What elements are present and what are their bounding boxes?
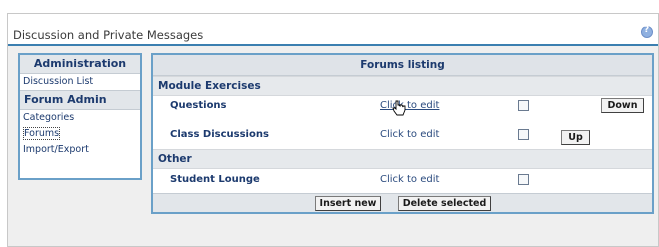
select-checkbox-class-discussions[interactable] (518, 129, 529, 140)
section-module-exercises: Module Exercises (153, 76, 652, 96)
listing-actions-bar: Insert new Delete selected (153, 193, 652, 212)
move-up-button[interactable]: Up (561, 130, 590, 145)
sidebar-item-forums[interactable]: Forums (20, 126, 140, 142)
forums-listing-header: Forums listing (153, 55, 652, 76)
sidebar-item-import-export[interactable]: Import/Export (20, 142, 140, 158)
move-down-button[interactable]: Down (601, 98, 644, 113)
insert-new-button[interactable]: Insert new (315, 196, 381, 211)
forum-name-class-discussions: Class Discussions (170, 129, 269, 140)
forum-row-student-lounge: Student Lounge Click to edit (153, 169, 652, 191)
sidebar-item-forums-label: Forums (23, 127, 61, 140)
select-checkbox-student-lounge[interactable] (518, 174, 529, 185)
sidebar-forum-admin-header: Forum Admin (20, 90, 140, 110)
forums-listing-table: Forums listing Module Exercises Question… (151, 53, 654, 214)
forum-row-questions: Questions Click to edit Down (153, 95, 652, 117)
forum-row-class-discussions: Class Discussions Click to edit Up (153, 125, 652, 147)
sidebar-admin-header: Administration (20, 55, 140, 74)
panel-header: Discussion and Private Messages ? (8, 14, 658, 46)
edit-link-questions[interactable]: Click to edit (380, 100, 439, 111)
forum-name-student-lounge: Student Lounge (170, 174, 260, 185)
edit-link-class-discussions[interactable]: Click to edit (380, 129, 439, 140)
sidebar-item-categories[interactable]: Categories (20, 110, 140, 126)
select-checkbox-questions[interactable] (518, 100, 529, 111)
section-other: Other (153, 149, 652, 169)
help-icon[interactable]: ? (641, 25, 653, 38)
page-title: Discussion and Private Messages (13, 28, 204, 42)
delete-selected-button[interactable]: Delete selected (398, 196, 491, 211)
sidebar-item-discussion-list[interactable]: Discussion List (20, 74, 140, 90)
hand-cursor-icon (392, 100, 406, 120)
forum-name-questions: Questions (170, 100, 227, 111)
edit-link-student-lounge[interactable]: Click to edit (380, 174, 439, 185)
admin-sidebar: Administration Discussion List Forum Adm… (18, 53, 142, 180)
